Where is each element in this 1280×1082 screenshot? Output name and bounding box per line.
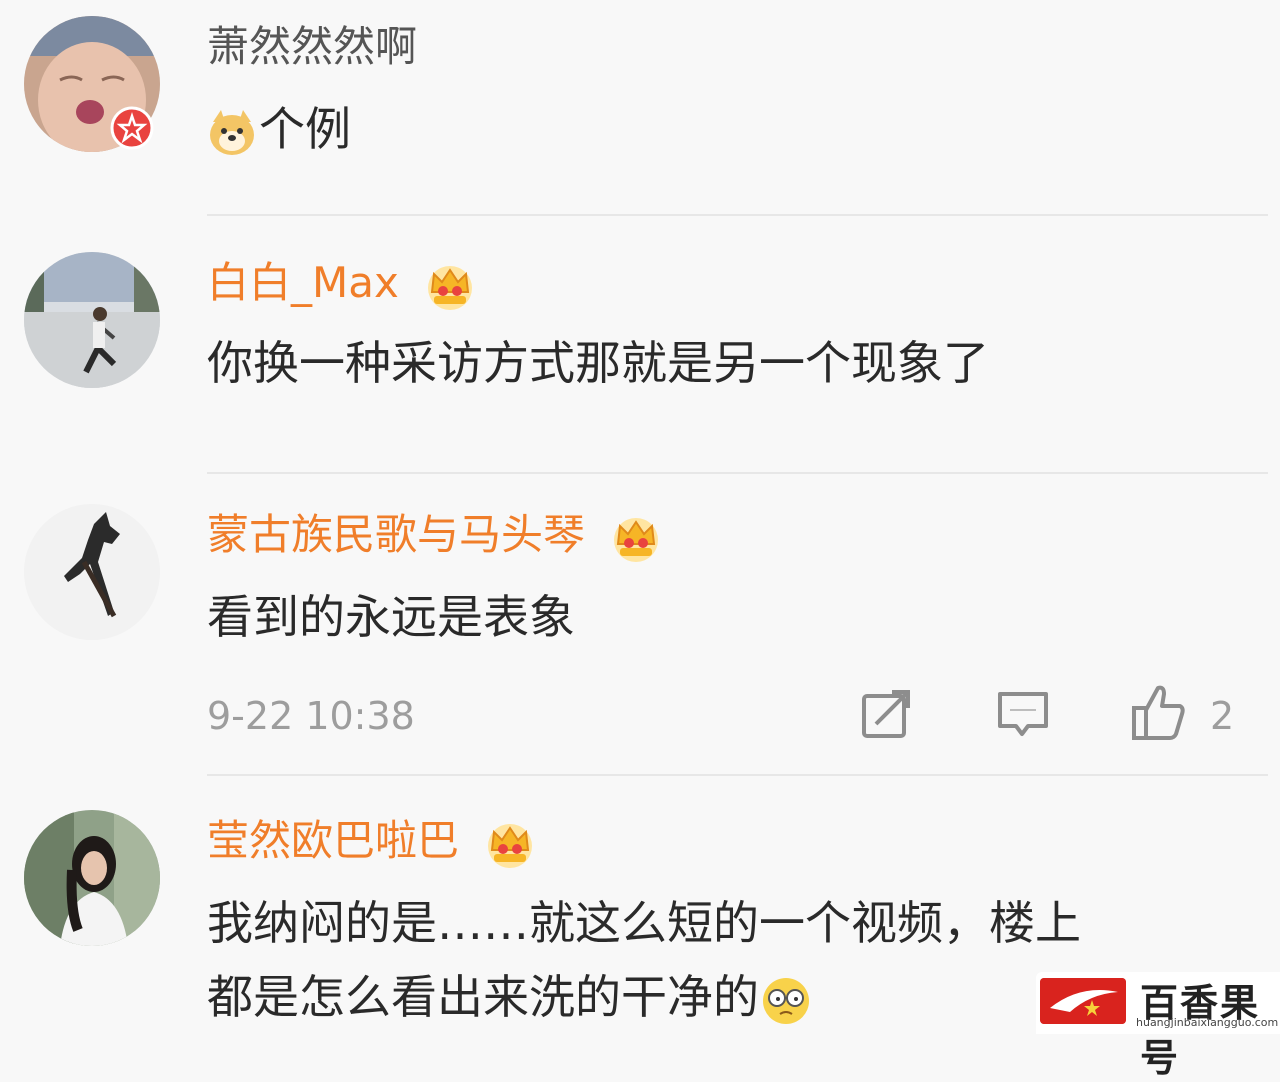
comment-timestamp: 9-22 10:38 [207, 694, 415, 738]
watermark-logo-icon [1040, 978, 1126, 1024]
comment-text-line-2: 都是怎么看出来洗的干净的 [207, 960, 811, 1034]
avatar[interactable] [24, 252, 160, 388]
comment-text-line-1: 我纳闷的是……就这么短的一个视频，楼上 [207, 896, 1081, 950]
comment-body: 个例 [259, 102, 351, 156]
username[interactable]: 蒙古族民歌与马头琴 [207, 510, 662, 564]
vip-crown-icon [428, 265, 473, 310]
comment-text: 你换一种采访方式那就是另一个现象了 [207, 336, 989, 390]
doge-emoji-icon [210, 109, 254, 155]
username-text: 白白_Max [207, 258, 399, 307]
username-text: 蒙古族民歌与马头琴 [207, 510, 586, 559]
vip-crown-icon [614, 517, 659, 562]
comment-body: 都是怎么看出来洗的干净的 [207, 970, 759, 1024]
avatar[interactable] [24, 504, 160, 640]
username-text: 莹然欧巴啦巴 [207, 816, 460, 865]
glasses-emoji-icon [763, 977, 809, 1024]
divider [207, 774, 1268, 776]
divider [207, 472, 1268, 474]
avatar[interactable] [24, 810, 160, 946]
like-count: 2 [1210, 694, 1235, 738]
username[interactable]: 白白_Max [207, 258, 476, 312]
vip-crown-icon [488, 823, 533, 868]
like-thumbs-up-icon[interactable] [1130, 682, 1188, 742]
comment-text: 看到的永远是表象 [207, 590, 575, 644]
verified-badge-icon [110, 106, 154, 150]
repost-icon[interactable] [860, 686, 912, 742]
comment-text: 个例 [207, 92, 351, 166]
watermark: 百香果号 huangjinbaixiangguo.com [1036, 972, 1280, 1080]
username[interactable]: 萧然然然啊 [207, 22, 417, 72]
watermark-url: huangjinbaixiangguo.com [1136, 1016, 1279, 1029]
divider [207, 214, 1268, 216]
reply-comment-icon[interactable] [996, 686, 1050, 742]
username[interactable]: 莹然欧巴啦巴 [207, 816, 536, 870]
